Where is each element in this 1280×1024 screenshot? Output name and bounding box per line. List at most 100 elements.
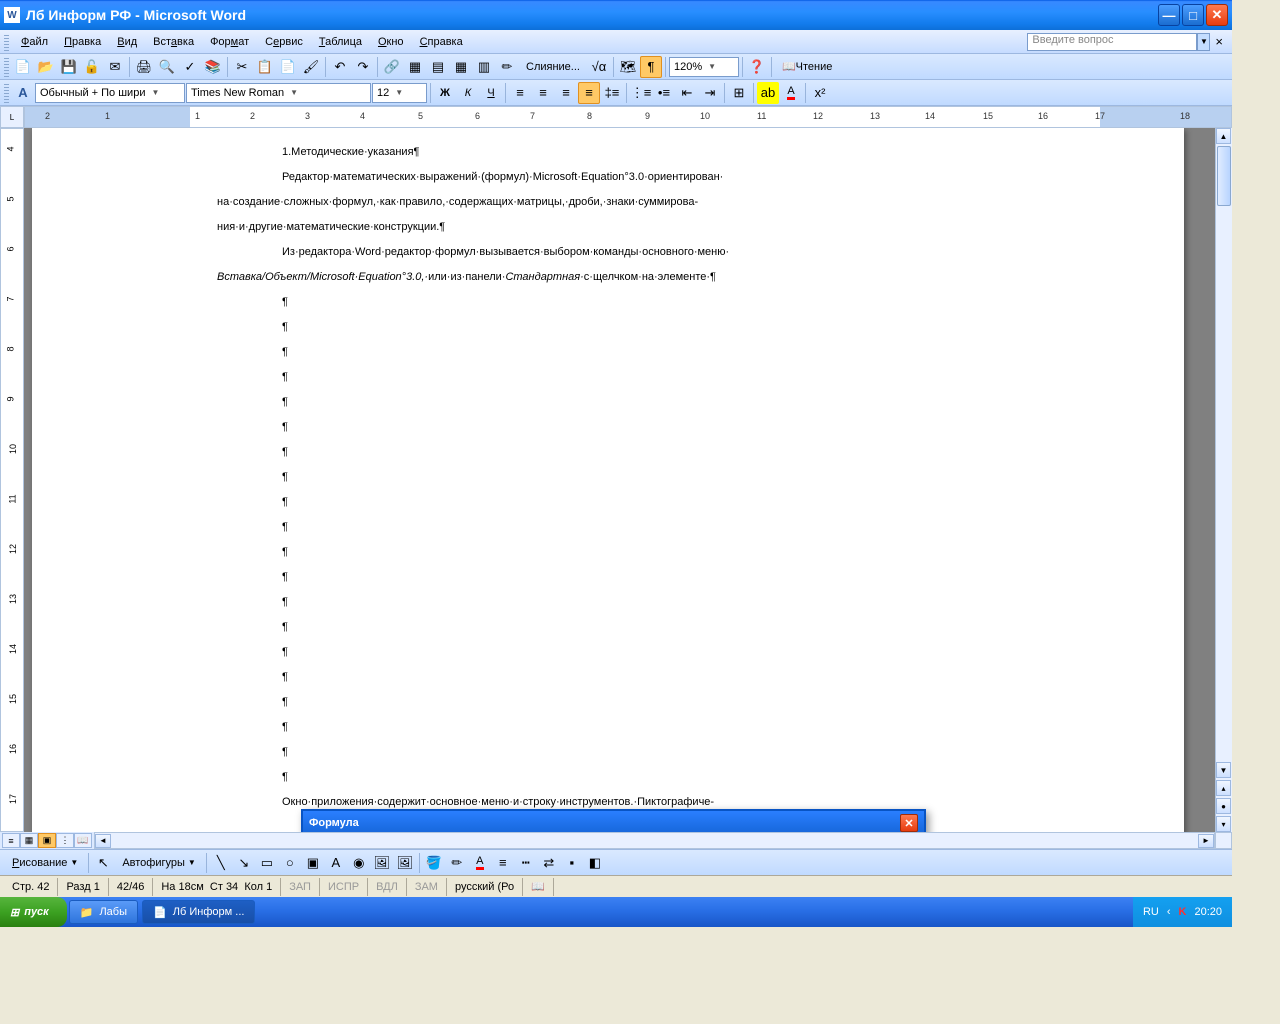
status-ext[interactable]: ВДЛ	[368, 878, 407, 896]
doc-paragraph[interactable]: Из·редактора·Word·редактор·формул·вызыва…	[282, 240, 1164, 265]
paragraph-mark[interactable]: ¶	[282, 590, 1164, 615]
hyperlink-button[interactable]: 🔗	[381, 56, 403, 78]
line-spacing-button[interactable]: ‡≡	[601, 82, 623, 104]
tray-kaspersky-icon[interactable]: K	[1179, 906, 1187, 918]
vertical-scrollbar[interactable]: ▲ ▼ ▴ ● ▾	[1215, 128, 1232, 832]
print-button[interactable]: 🖨	[133, 56, 155, 78]
doc-paragraph[interactable]: ния·и·другие·математические·конструкции.…	[217, 215, 1157, 240]
increase-indent-button[interactable]: ⇥	[699, 82, 721, 104]
vertical-ruler[interactable]: 4567891011121314151617	[0, 128, 24, 832]
scroll-down-button[interactable]: ▼	[1216, 762, 1231, 778]
font-color-button[interactable]: A	[780, 82, 802, 104]
doc-paragraph[interactable]: Редактор·математических·выражений·(форму…	[282, 165, 1164, 190]
tray-arrow-icon[interactable]: ‹	[1167, 906, 1171, 918]
paragraph-mark[interactable]: ¶	[282, 515, 1164, 540]
select-browse-button[interactable]: ●	[1216, 798, 1231, 814]
equation-titlebar[interactable]: Формула ✕	[303, 811, 924, 832]
menubar-grip[interactable]	[4, 33, 9, 51]
menu-help[interactable]: Справка	[412, 33, 471, 51]
equation-editor-window[interactable]: Формула ✕ ≤≠≈∫ab∦∦∦±•⊗→⇔↓∴∀∃∉∩⊂∂∞ℓλωθΛΩ⊕…	[301, 809, 926, 832]
rectangle-tool-button[interactable]: ▭	[256, 852, 278, 874]
reading-mode-button[interactable]: 📖 Чтение	[775, 56, 839, 78]
close-button[interactable]: ✕	[1206, 4, 1228, 26]
paragraph-mark[interactable]: ¶	[282, 490, 1164, 515]
status-pages[interactable]: 42/46	[109, 878, 154, 896]
insert-table-button[interactable]: ▤	[427, 56, 449, 78]
zoom-combo[interactable]: 120%▼	[669, 57, 739, 77]
dash-style-button[interactable]: ┅	[515, 852, 537, 874]
numbering-button[interactable]: ⋮≡	[630, 82, 652, 104]
show-marks-button[interactable]: ¶	[640, 56, 662, 78]
menu-file[interactable]: Файл	[13, 33, 56, 51]
autoshapes-button[interactable]: Автофигуры▼	[115, 852, 203, 874]
highlight-button[interactable]: ab	[757, 82, 779, 104]
paragraph-mark[interactable]: ¶	[282, 665, 1164, 690]
decrease-indent-button[interactable]: ⇤	[676, 82, 698, 104]
arrow-tool-button[interactable]: ↘	[233, 852, 255, 874]
paragraph-mark[interactable]: ¶	[282, 290, 1164, 315]
horizontal-scrollbar[interactable]: ◄ ►	[94, 832, 1215, 849]
doc-paragraph[interactable]: Вставка/Объект/Microsoft·Equation°3.0,·и…	[217, 265, 1157, 290]
reading-view-button[interactable]: 📖	[74, 833, 92, 848]
tables-borders-button[interactable]: ▦	[404, 56, 426, 78]
bold-button[interactable]: Ж	[434, 82, 456, 104]
status-section[interactable]: Разд 1	[58, 878, 108, 896]
paragraph-mark[interactable]: ¶	[282, 640, 1164, 665]
new-doc-button[interactable]: 📄	[12, 56, 34, 78]
taskbar-item-word[interactable]: 📄 Лб Информ ...	[142, 900, 255, 924]
toolbar-grip-2[interactable]	[4, 83, 9, 103]
paragraph-mark[interactable]: ¶	[282, 615, 1164, 640]
align-right-button[interactable]: ≡	[555, 82, 577, 104]
menu-view[interactable]: Вид	[109, 33, 145, 51]
wordart-button[interactable]: A	[325, 852, 347, 874]
normal-view-button[interactable]: ≡	[2, 833, 20, 848]
tray-language[interactable]: RU	[1143, 906, 1159, 918]
paragraph-mark[interactable]: ¶	[282, 765, 1164, 790]
tray-clock[interactable]: 20:20	[1194, 906, 1222, 918]
prev-page-button[interactable]: ▴	[1216, 780, 1231, 796]
align-center-button[interactable]: ≡	[532, 82, 554, 104]
line-style-button[interactable]: ≡	[492, 852, 514, 874]
paragraph-mark[interactable]: ¶	[282, 315, 1164, 340]
align-left-button[interactable]: ≡	[509, 82, 531, 104]
font-color-draw-button[interactable]: A	[469, 852, 491, 874]
redo-button[interactable]: ↷	[352, 56, 374, 78]
fill-color-button[interactable]: 🪣	[423, 852, 445, 874]
menu-window[interactable]: Окно	[370, 33, 412, 51]
web-view-button[interactable]: ▦	[20, 833, 38, 848]
status-position[interactable]: На 18см Ст 34 Кол 1	[153, 878, 281, 896]
equation-button[interactable]: √α	[588, 56, 610, 78]
borders-button[interactable]: ⊞	[728, 82, 750, 104]
maximize-button[interactable]: □	[1182, 4, 1204, 26]
drawing-toggle-button[interactable]: ✏	[496, 56, 518, 78]
excel-button[interactable]: ▦	[450, 56, 472, 78]
copy-button[interactable]: 📋	[254, 56, 276, 78]
paragraph-mark[interactable]: ¶	[282, 740, 1164, 765]
equation-close-button[interactable]: ✕	[900, 814, 918, 832]
paragraph-mark[interactable]: ¶	[282, 415, 1164, 440]
print-preview-button[interactable]: 🔍	[156, 56, 178, 78]
menu-insert[interactable]: Вставка	[145, 33, 202, 51]
insert-picture-button[interactable]: 🖼	[394, 852, 416, 874]
doc-heading[interactable]: 1.Методические·указания¶	[282, 140, 1164, 165]
paragraph-mark[interactable]: ¶	[282, 340, 1164, 365]
mail-merge-button[interactable]: Слияние...	[519, 56, 587, 78]
clipart-button[interactable]: 🖼	[371, 852, 393, 874]
document-viewport[interactable]: 1.Методические·указания¶ Редактор·матема…	[24, 128, 1215, 832]
next-page-button[interactable]: ▾	[1216, 816, 1231, 832]
textbox-tool-button[interactable]: ▣	[302, 852, 324, 874]
menu-doc-close[interactable]: ×	[1210, 34, 1228, 49]
paragraph-mark[interactable]: ¶	[282, 565, 1164, 590]
align-justify-button[interactable]: ≡	[578, 82, 600, 104]
help-button[interactable]: ❓	[746, 56, 768, 78]
superscript-button[interactable]: x²	[809, 82, 831, 104]
line-tool-button[interactable]: ╲	[210, 852, 232, 874]
start-button[interactable]: ⊞пуск	[0, 897, 67, 927]
open-button[interactable]: 📂	[35, 56, 57, 78]
menu-format[interactable]: Формат	[202, 33, 257, 51]
status-page[interactable]: Стр. 42	[4, 878, 58, 896]
help-search-dropdown[interactable]: ▼	[1197, 33, 1210, 51]
permission-button[interactable]: 🔓	[81, 56, 103, 78]
paragraph-mark[interactable]: ¶	[282, 715, 1164, 740]
scroll-up-button[interactable]: ▲	[1216, 128, 1231, 144]
